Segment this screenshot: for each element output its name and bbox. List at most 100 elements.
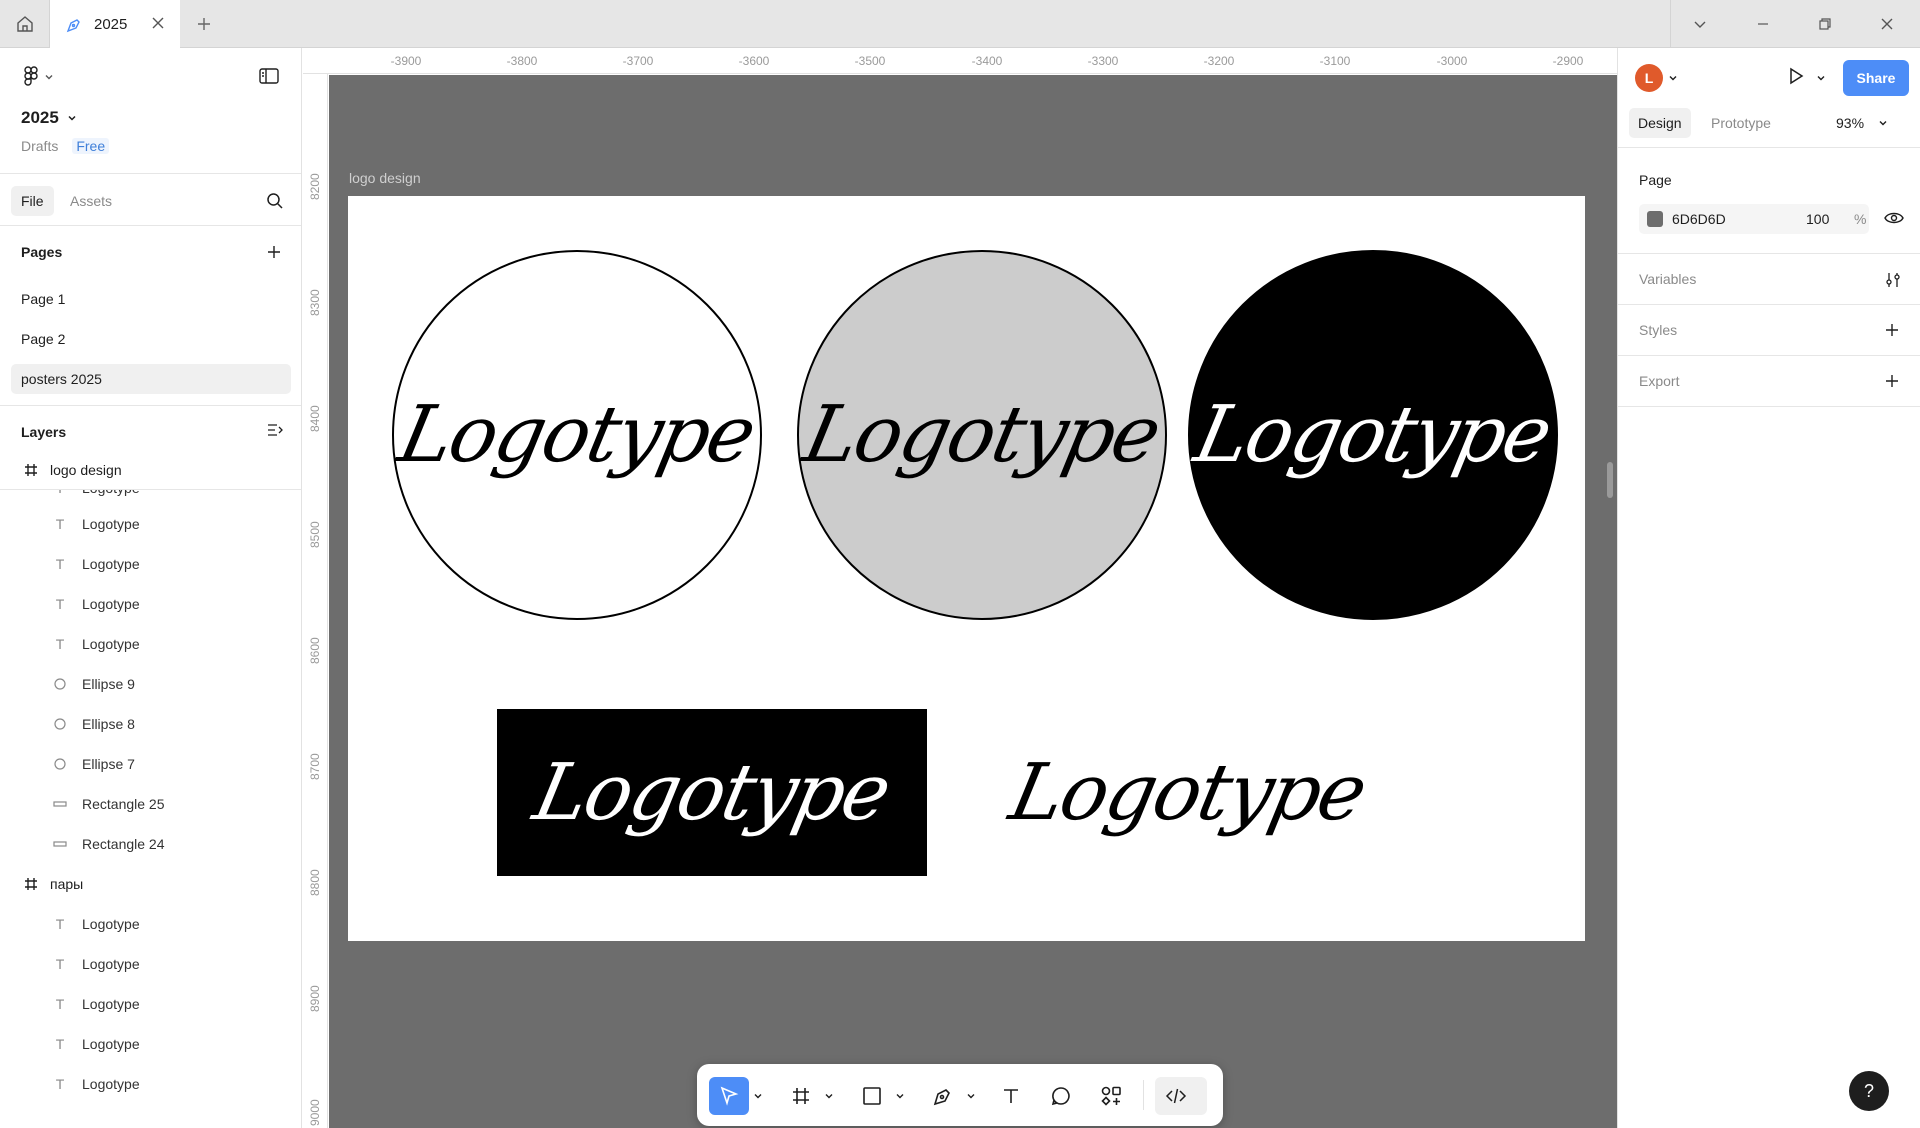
- comment-tool[interactable]: [1041, 1077, 1081, 1115]
- layer-name: Rectangle 24: [82, 836, 165, 852]
- layer-row-text[interactable]: T Logotype: [0, 544, 301, 584]
- styles-row[interactable]: Styles: [1618, 305, 1920, 356]
- logotype-standalone[interactable]: Logotype: [1003, 709, 1373, 876]
- layer-row-ellipse[interactable]: Ellipse 9: [0, 664, 301, 704]
- ruler-tick-label: 8900: [308, 985, 322, 1012]
- main-menu-button[interactable]: [22, 66, 54, 88]
- text-icon: [1004, 1089, 1018, 1103]
- close-tab-icon[interactable]: [150, 15, 166, 34]
- page-color-field[interactable]: 6D6D6D 100 %: [1639, 204, 1869, 234]
- layer-row-rectangle[interactable]: Rectangle 25: [0, 784, 301, 824]
- frame-tool-menu[interactable]: [822, 1077, 836, 1115]
- logotype-text[interactable]: Logotype: [392, 390, 762, 480]
- move-tool[interactable]: [709, 1077, 749, 1115]
- home-button[interactable]: [0, 0, 50, 48]
- layer-name: Logotype: [82, 556, 140, 572]
- add-style-icon[interactable]: [1884, 322, 1900, 341]
- left-panel: 2025 Drafts Free File Assets Pages Page …: [0, 48, 302, 1128]
- layer-row-text[interactable]: T Logotype: [0, 624, 301, 664]
- layer-row-text[interactable]: T Logotype: [0, 504, 301, 544]
- ellipse-white[interactable]: Logotype: [392, 250, 762, 620]
- move-tool-menu[interactable]: [751, 1077, 765, 1115]
- chevron-down-icon[interactable]: [1668, 70, 1678, 86]
- shape-tool[interactable]: [852, 1077, 892, 1115]
- chevron-down-icon: [967, 1094, 975, 1099]
- close-window-icon[interactable]: [1875, 12, 1899, 36]
- layer-row-text[interactable]: T Logotype: [0, 984, 301, 1024]
- ruler-vertical: 8200 8300 8400 8500 8600 8700 8800 8900 …: [302, 74, 328, 1128]
- share-button[interactable]: Share: [1843, 60, 1909, 96]
- collapse-layers-icon[interactable]: [266, 422, 284, 441]
- shape-tool-menu[interactable]: [893, 1077, 907, 1115]
- eye-icon[interactable]: [1884, 210, 1904, 229]
- ellipse-gray[interactable]: Logotype: [797, 250, 1167, 620]
- layer-row-text[interactable]: T Logotype: [0, 584, 301, 624]
- components-icon: [1101, 1086, 1121, 1106]
- restore-icon[interactable]: [1813, 12, 1837, 36]
- file-name-dropdown[interactable]: 2025: [21, 108, 77, 128]
- logo-design-frame[interactable]: Logotype Logotype Logotype Logotype Logo…: [348, 196, 1585, 941]
- text-layer-icon: T: [55, 916, 65, 932]
- file-location[interactable]: Drafts: [21, 138, 58, 154]
- text-tool[interactable]: [991, 1077, 1031, 1115]
- color-hex-input[interactable]: 6D6D6D: [1672, 211, 1806, 227]
- logotype-text[interactable]: Logotype: [797, 390, 1167, 480]
- logotype-text[interactable]: Logotype: [1003, 748, 1373, 838]
- layer-row-ellipse[interactable]: Ellipse 8: [0, 704, 301, 744]
- layer-row-text[interactable]: T Logotype: [0, 1064, 301, 1104]
- toggle-sidebar-icon[interactable]: [258, 66, 280, 89]
- search-icon[interactable]: [266, 192, 284, 213]
- layer-row-text[interactable]: T Logotype: [0, 1024, 301, 1064]
- dev-mode-toggle[interactable]: [1155, 1077, 1207, 1115]
- logotype-text[interactable]: Logotype: [1188, 390, 1558, 480]
- tab-design[interactable]: Design: [1629, 108, 1691, 138]
- plan-badge[interactable]: Free: [72, 138, 110, 154]
- opacity-input[interactable]: 100: [1806, 211, 1846, 227]
- layer-row-text[interactable]: T Logotype: [0, 944, 301, 984]
- text-layer-icon: T: [55, 516, 65, 532]
- chevron-down-icon[interactable]: [1688, 12, 1712, 36]
- variables-row[interactable]: Variables: [1618, 254, 1920, 305]
- text-layer-icon: T: [55, 556, 65, 572]
- zoom-dropdown[interactable]: 93%: [1836, 115, 1888, 131]
- frame-tool[interactable]: [781, 1077, 821, 1115]
- pen-tool-menu[interactable]: [964, 1077, 978, 1115]
- page-item[interactable]: Page 1: [11, 284, 291, 314]
- avatar[interactable]: L: [1635, 64, 1663, 92]
- layer-row-rectangle[interactable]: Rectangle 24: [0, 824, 301, 864]
- frame-label[interactable]: logo design: [349, 170, 421, 186]
- page-item[interactable]: Page 2: [11, 324, 291, 354]
- rectangle-black[interactable]: Logotype: [497, 709, 927, 876]
- present-button[interactable]: [1786, 66, 1806, 89]
- layer-row-text[interactable]: T Logotype: [0, 904, 301, 944]
- rectangle-icon: [863, 1087, 881, 1105]
- new-tab-icon[interactable]: [192, 12, 216, 36]
- file-tab[interactable]: 2025: [50, 0, 180, 49]
- cursor-icon: [720, 1086, 739, 1106]
- ruler-tick-label: 8300: [308, 289, 322, 316]
- resources-tool[interactable]: [1091, 1077, 1131, 1115]
- tab-assets[interactable]: Assets: [60, 186, 122, 216]
- minimize-icon[interactable]: [1751, 12, 1775, 36]
- pen-tool[interactable]: [923, 1077, 963, 1115]
- help-button[interactable]: ?: [1849, 1071, 1889, 1111]
- logotype-text[interactable]: Logotype: [527, 748, 897, 838]
- ellipse-black[interactable]: Logotype: [1188, 250, 1558, 620]
- canvas[interactable]: logo design Logotype Logotype Logotype L…: [329, 75, 1617, 1128]
- page-item-selected[interactable]: posters 2025: [11, 364, 291, 394]
- tab-prototype[interactable]: Prototype: [1702, 108, 1780, 138]
- frame-row[interactable]: logo design: [0, 450, 301, 490]
- add-page-icon[interactable]: [266, 244, 282, 263]
- chevron-down-icon[interactable]: [1816, 70, 1826, 86]
- add-export-icon[interactable]: [1884, 373, 1900, 392]
- color-swatch[interactable]: [1647, 211, 1663, 227]
- sliders-icon[interactable]: [1884, 271, 1902, 292]
- tab-file[interactable]: File: [11, 186, 54, 216]
- layer-row-ellipse[interactable]: Ellipse 7: [0, 744, 301, 784]
- layer-name: Logotype: [82, 516, 140, 532]
- chevron-down-icon: [45, 75, 53, 80]
- ruler-tick-label: -3800: [506, 54, 538, 68]
- export-row[interactable]: Export: [1618, 356, 1920, 407]
- canvas-scrollbar[interactable]: [1607, 462, 1613, 498]
- frame-row[interactable]: пары: [0, 864, 301, 904]
